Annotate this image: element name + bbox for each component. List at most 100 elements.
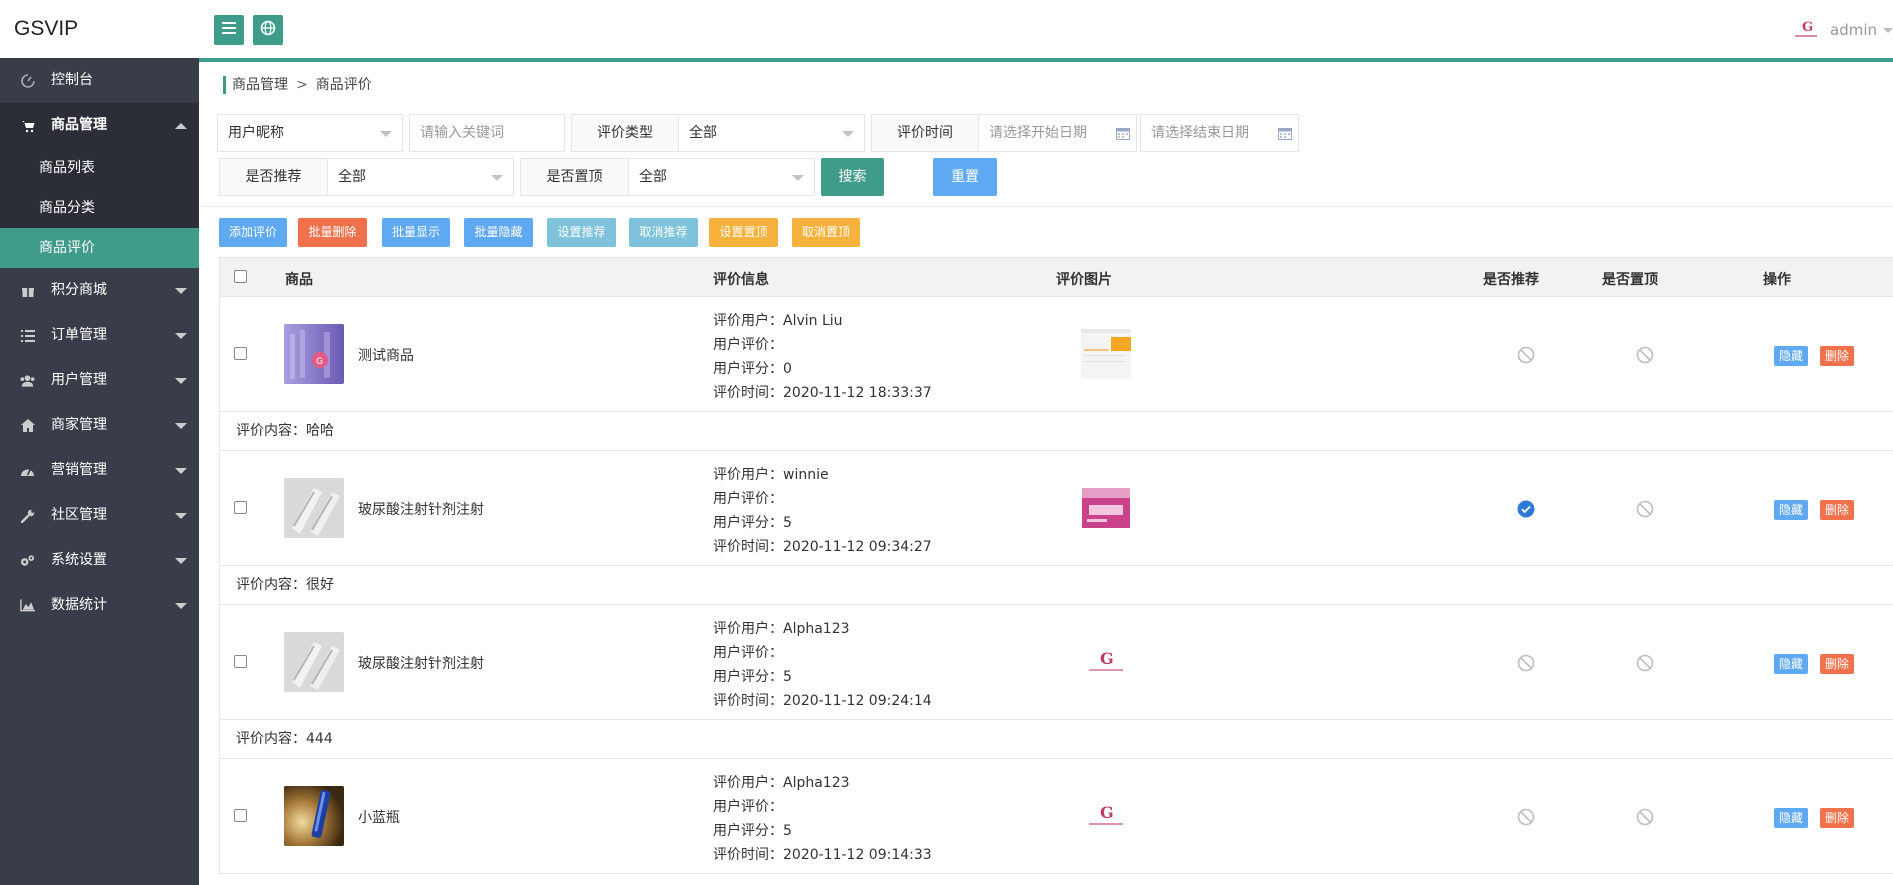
breadcrumb-parent[interactable]: 商品管理 [232, 77, 288, 93]
review-user-line: 评价用户：Alpha123 [713, 617, 932, 641]
sidebar-item-merchants[interactable]: 商家管理 [0, 403, 199, 448]
review-info: 评价用户：Alpha123 用户评价： 用户评分：5 评价时间：2020-11-… [713, 617, 932, 713]
batch-hide-button[interactable]: 批量隐藏 [464, 218, 533, 247]
sidebar-item-orders[interactable]: 订单管理 [0, 313, 199, 358]
avatar: G [1792, 18, 1820, 42]
row-checkbox[interactable] [234, 501, 247, 514]
sidebar-item-community[interactable]: 社区管理 [0, 493, 199, 538]
not-top-icon[interactable] [1636, 500, 1654, 518]
batch-show-button[interactable]: 批量显示 [382, 218, 450, 247]
sidebar-item-marketing[interactable]: 营销管理 [0, 448, 199, 493]
sidebar-subitem-product-review[interactable]: 商品评价 [0, 228, 199, 268]
review-image[interactable] [1081, 483, 1131, 533]
recommend-label: 是否推荐 [219, 158, 328, 196]
menu-toggle-button[interactable] [214, 15, 244, 45]
review-content-row: 评价内容：很好 [220, 566, 1893, 605]
delete-button[interactable]: 删除 [1820, 654, 1855, 674]
review-time-line: 评价时间：2020-11-12 09:24:14 [713, 689, 932, 713]
hide-button[interactable]: 隐藏 [1774, 346, 1809, 366]
sidebar-subitem-product-list[interactable]: 商品列表 [0, 148, 199, 188]
review-content-row: 评价内容：哈哈 [220, 412, 1893, 451]
hide-button[interactable]: 隐藏 [1774, 654, 1809, 674]
review-time-line: 评价时间：2020-11-12 09:14:33 [713, 843, 932, 867]
review-user-label: 评价用户： [713, 621, 783, 637]
batch-delete-button[interactable]: 批量删除 [298, 218, 367, 247]
main-content: 商品管理 > 商品评价 用户昵称 评价类型 全部 评价时间 是否推荐 全部 是否置顶… [199, 62, 1893, 885]
review-content-label: 评价内容： [236, 423, 306, 439]
sidebar-submenu: 商品列表 商品分类 商品评价 [0, 148, 199, 268]
table-header: 商品 评价信息 评价图片 是否推荐 是否置顶 操作 [220, 258, 1893, 297]
review-score-label: 用户评分： [713, 823, 783, 839]
not-top-icon[interactable] [1636, 808, 1654, 826]
column-header-top: 是否置顶 [1602, 272, 1658, 288]
review-score: 0 [783, 361, 792, 377]
user-menu[interactable]: G admin [1792, 18, 1893, 42]
delete-button[interactable]: 删除 [1820, 500, 1855, 520]
reset-button[interactable]: 重置 [933, 158, 997, 196]
sidebar-item-statistics[interactable]: 数据统计 [0, 583, 199, 628]
top-select[interactable]: 全部 [628, 158, 815, 196]
product-thumbnail[interactable] [284, 478, 344, 538]
calendar-icon [1278, 127, 1292, 140]
set-recommend-button[interactable]: 设置推荐 [547, 218, 616, 247]
not-recommended-icon[interactable] [1517, 808, 1535, 826]
product-thumbnail[interactable] [284, 786, 344, 846]
delete-button[interactable]: 删除 [1820, 808, 1855, 828]
recommend-select[interactable]: 全部 [327, 158, 514, 196]
gears-icon [20, 553, 35, 568]
review-type-label: 评价类型 [571, 114, 679, 152]
sidebar-item-products[interactable]: 商品管理 [0, 103, 199, 148]
product-thumbnail[interactable] [284, 632, 344, 692]
svg-text:G: G [1100, 649, 1114, 668]
app-root: GSVIP G admin 控制台 商品管理 商品列表 商品分类 商品评价 积分… [0, 0, 1893, 885]
not-top-icon[interactable] [1636, 346, 1654, 364]
end-date-input[interactable] [1141, 115, 1298, 151]
cancel-top-button[interactable]: 取消置顶 [792, 218, 860, 247]
start-date-input[interactable] [979, 115, 1136, 151]
review-type-select[interactable]: 全部 [678, 114, 865, 152]
hide-button[interactable]: 隐藏 [1774, 808, 1809, 828]
sidebar-item-dashboard[interactable]: 控制台 [0, 58, 199, 103]
calendar-icon [1116, 127, 1130, 140]
table-row: 玻尿酸注射针剂注射 评价用户：winnie 用户评价： 用户评分：5 评价时间：… [220, 451, 1893, 566]
review-image[interactable]: G [1081, 791, 1131, 841]
add-review-button[interactable]: 添加评价 [219, 218, 287, 247]
review-user-label: 评价用户： [713, 775, 783, 791]
sidebar-item-settings[interactable]: 系统设置 [0, 538, 199, 583]
sidebar-item-users[interactable]: 用户管理 [0, 358, 199, 403]
cancel-recommend-button[interactable]: 取消推荐 [629, 218, 698, 247]
keyword-input[interactable] [410, 115, 564, 151]
sidebar-item-label: 社区管理 [51, 507, 107, 523]
not-recommended-icon[interactable] [1517, 654, 1535, 672]
sidebar-item-label: 营销管理 [51, 462, 107, 478]
row-checkbox[interactable] [234, 809, 247, 822]
table-row: G 测试商品 评价用户：Alvin Liu 用户评价： 用户评分：0 评价时间：… [220, 297, 1893, 412]
product-thumbnail[interactable]: G [284, 324, 344, 384]
sidebar-item-label: 商品管理 [51, 117, 107, 133]
row-checkbox[interactable] [234, 655, 247, 668]
review-time-label: 评价时间 [871, 114, 979, 152]
recommended-check-icon[interactable] [1517, 500, 1535, 518]
set-top-button[interactable]: 设置置顶 [709, 218, 778, 247]
sidebar-item-points-mall[interactable]: 积分商城 [0, 268, 199, 313]
review-comment-label: 用户评价： [713, 491, 783, 507]
delete-button[interactable]: 删除 [1820, 346, 1855, 366]
not-top-icon[interactable] [1636, 654, 1654, 672]
sidebar-item-label: 控制台 [51, 72, 93, 88]
review-score-line: 用户评分：5 [713, 665, 932, 689]
filter-divider [199, 206, 1893, 207]
svg-text:G: G [1100, 803, 1114, 822]
select-all-checkbox[interactable] [234, 270, 247, 283]
sidebar-subitem-product-category[interactable]: 商品分类 [0, 188, 199, 228]
search-button[interactable]: 搜索 [821, 158, 884, 196]
hide-button[interactable]: 隐藏 [1774, 500, 1809, 520]
search-field-select[interactable]: 用户昵称 [217, 114, 403, 152]
review-time-label: 评价时间： [713, 847, 783, 863]
review-image[interactable]: G [1081, 637, 1131, 687]
not-recommended-icon[interactable] [1517, 346, 1535, 364]
row-checkbox[interactable] [234, 347, 247, 360]
review-image[interactable] [1081, 329, 1131, 379]
globe-button[interactable] [253, 15, 283, 45]
chevron-down-icon [175, 423, 187, 429]
review-comment-line: 用户评价： [713, 487, 932, 511]
